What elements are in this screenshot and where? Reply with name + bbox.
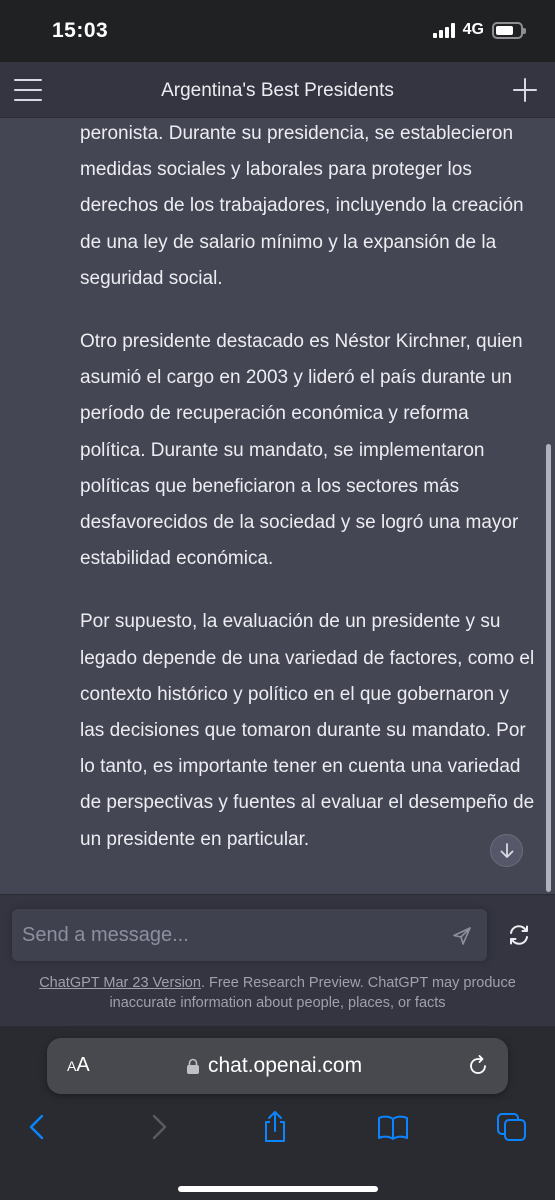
composer-area: ChatGPT Mar 23 Version. Free Research Pr… bbox=[0, 894, 555, 1026]
home-indicator[interactable] bbox=[178, 1186, 378, 1192]
regenerate-icon[interactable] bbox=[507, 923, 531, 947]
disclaimer: ChatGPT Mar 23 Version. Free Research Pr… bbox=[20, 973, 535, 1013]
chevron-right-icon[interactable] bbox=[141, 1110, 175, 1144]
browser-chrome: AA chat.openai.com bbox=[0, 1026, 555, 1200]
new-chat-plus-icon[interactable] bbox=[513, 78, 537, 102]
status-time: 15:03 bbox=[52, 19, 109, 42]
message-input-container[interactable] bbox=[12, 909, 487, 961]
status-indicators: 4G bbox=[432, 21, 526, 39]
message-input[interactable] bbox=[22, 909, 442, 961]
reader-aa-button[interactable]: AA bbox=[67, 1054, 90, 1077]
scroll-to-bottom-button[interactable] bbox=[490, 834, 523, 867]
browser-toolbar bbox=[0, 1106, 555, 1150]
book-icon[interactable] bbox=[376, 1110, 410, 1144]
network-type: 4G bbox=[462, 21, 484, 38]
message-paragraph: Otro presidente destacado es Néstor Kirc… bbox=[80, 331, 523, 570]
assistant-message: peronista. Durante su presidencia, se es… bbox=[80, 118, 535, 885]
conversation-title: Argentina's Best Presidents bbox=[161, 80, 394, 101]
scrollbar[interactable] bbox=[546, 444, 551, 892]
battery-icon bbox=[492, 21, 526, 39]
lock-icon bbox=[187, 1058, 199, 1074]
conversation-view[interactable]: peronista. Durante su presidencia, se es… bbox=[0, 118, 555, 894]
message-paragraph: peronista. Durante su presidencia, se es… bbox=[80, 123, 524, 289]
reload-icon[interactable] bbox=[466, 1054, 490, 1078]
chevron-left-icon[interactable] bbox=[21, 1110, 55, 1144]
version-link[interactable]: ChatGPT Mar 23 Version bbox=[39, 975, 201, 991]
tabs-icon[interactable] bbox=[495, 1110, 529, 1144]
url-text[interactable]: chat.openai.com bbox=[208, 1054, 362, 1078]
message-paragraph: Por supuesto, la evaluación de un presid… bbox=[80, 611, 535, 850]
share-icon[interactable] bbox=[258, 1110, 292, 1144]
send-icon[interactable] bbox=[451, 925, 473, 947]
status-bar: 15:03 4G bbox=[0, 0, 555, 62]
cellular-signal-icon bbox=[432, 22, 455, 38]
arrow-down-icon bbox=[500, 842, 513, 858]
app-header: Argentina's Best Presidents bbox=[0, 62, 555, 118]
address-bar[interactable]: AA chat.openai.com bbox=[47, 1038, 508, 1094]
